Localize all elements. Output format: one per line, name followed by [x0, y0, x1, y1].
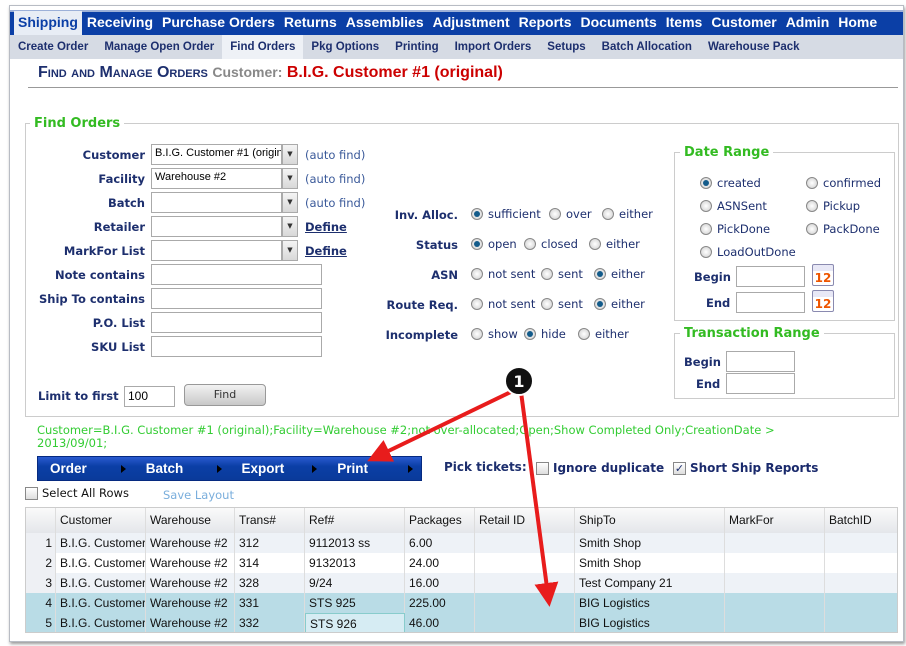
annotation-arrow — [367, 386, 520, 462]
annotation-badge-text: 1 — [513, 372, 524, 391]
annotation-overlay: 1 — [367, 366, 559, 607]
annotation-arrow — [519, 391, 559, 607]
